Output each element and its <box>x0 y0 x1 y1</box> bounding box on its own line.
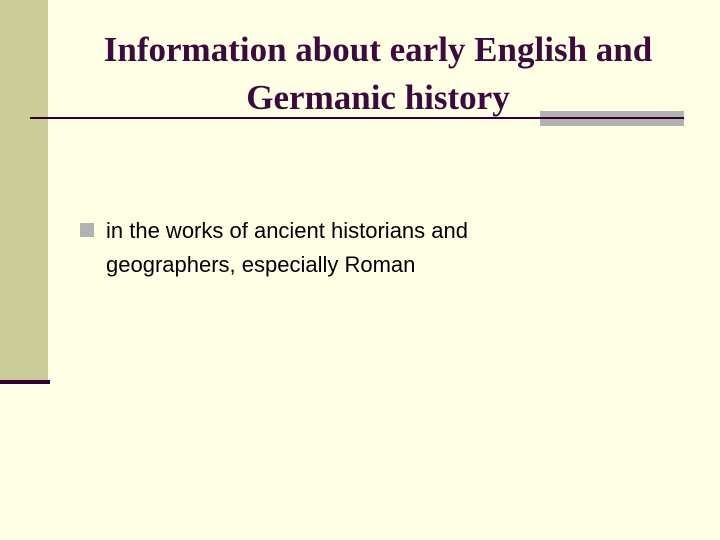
bullet-item: in the works of ancient historians and g… <box>80 214 680 282</box>
slide: Information about early English and Germ… <box>0 0 720 540</box>
slide-title: Information about early English and Germ… <box>60 26 696 122</box>
square-bullet-icon <box>80 223 94 237</box>
left-decorative-band <box>0 0 48 382</box>
bullet-text-line-1: in the works of ancient historians and <box>106 218 468 243</box>
bullet-text-line-2: geographers, especially Roman <box>106 252 416 277</box>
bullet-list: in the works of ancient historians and g… <box>80 214 680 282</box>
left-band-rule <box>0 380 50 384</box>
slide-title-line-1: Information about early English and <box>103 30 653 69</box>
title-accent-bar-rule <box>540 117 684 119</box>
